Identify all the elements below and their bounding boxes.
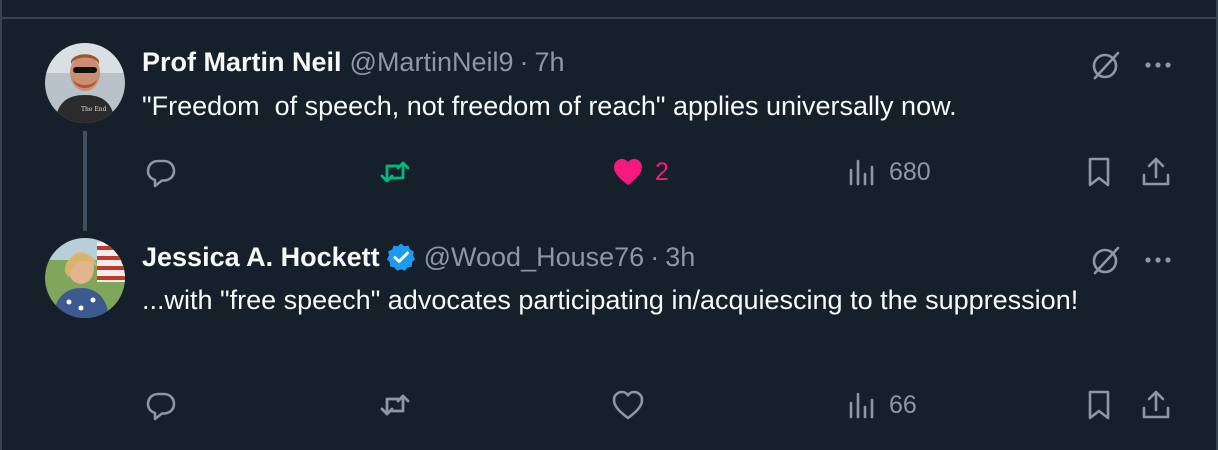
like-button[interactable] xyxy=(611,387,655,423)
retweet-icon xyxy=(380,394,410,416)
share-button[interactable] xyxy=(1139,154,1173,190)
views-button[interactable]: 66 xyxy=(845,387,917,423)
like-count: 2 xyxy=(655,157,669,186)
avatar-jessica-hockett[interactable] xyxy=(45,238,125,318)
reply-button[interactable] xyxy=(144,154,188,190)
bookmark-icon xyxy=(1088,390,1110,420)
views-icon xyxy=(849,392,874,419)
reply-button[interactable] xyxy=(144,387,188,423)
like-button[interactable]: 2 xyxy=(611,154,669,190)
shirt-text: The End xyxy=(81,106,107,113)
retweet-icon xyxy=(380,161,410,183)
display-name[interactable]: Prof Martin Neil xyxy=(142,47,342,78)
views-icon xyxy=(849,159,874,186)
timestamp[interactable]: 7h xyxy=(534,47,564,78)
timestamp[interactable]: 3h xyxy=(665,242,695,273)
share-icon xyxy=(1142,157,1170,186)
user-handle[interactable]: @MartinNeil9 xyxy=(350,47,514,78)
more-icon[interactable] xyxy=(1141,243,1175,277)
share-icon xyxy=(1142,390,1170,419)
retweet-button[interactable] xyxy=(378,387,422,423)
view-count: 680 xyxy=(889,157,931,186)
more-icon[interactable] xyxy=(1141,48,1175,82)
view-count: 66 xyxy=(889,390,917,419)
separator-dot: · xyxy=(650,241,660,272)
top-divider xyxy=(0,17,1218,19)
bookmark-button[interactable] xyxy=(1082,387,1116,423)
tweet-header: Jessica A. Hockett @Wood_House76 · 3h xyxy=(142,240,695,274)
separator-dot: · xyxy=(519,46,529,77)
thread-connector-line xyxy=(83,131,87,231)
heart-icon xyxy=(614,159,642,185)
display-name[interactable]: Jessica A. Hockett xyxy=(142,242,380,273)
reply-icon xyxy=(146,159,176,188)
grok-icon[interactable] xyxy=(1089,243,1123,277)
user-handle[interactable]: @Wood_House76 xyxy=(424,242,645,273)
tweet-text: ...with "free speech" advocates particip… xyxy=(142,285,1079,315)
tweet-text: "Freedom of speech, not freedom of reach… xyxy=(142,91,957,121)
bookmark-icon xyxy=(1088,157,1110,187)
share-button[interactable] xyxy=(1139,387,1173,423)
views-button[interactable]: 680 xyxy=(845,154,931,190)
verified-badge-icon[interactable] xyxy=(386,242,416,272)
avatar-martin-neil[interactable]: The End xyxy=(45,43,125,123)
bookmark-button[interactable] xyxy=(1082,154,1116,190)
grok-icon[interactable] xyxy=(1089,48,1123,82)
reply-icon xyxy=(146,392,176,421)
heart-icon xyxy=(612,390,644,420)
tweet-header: Prof Martin Neil @MartinNeil9 · 7h xyxy=(142,45,565,79)
retweet-button[interactable] xyxy=(378,154,422,190)
